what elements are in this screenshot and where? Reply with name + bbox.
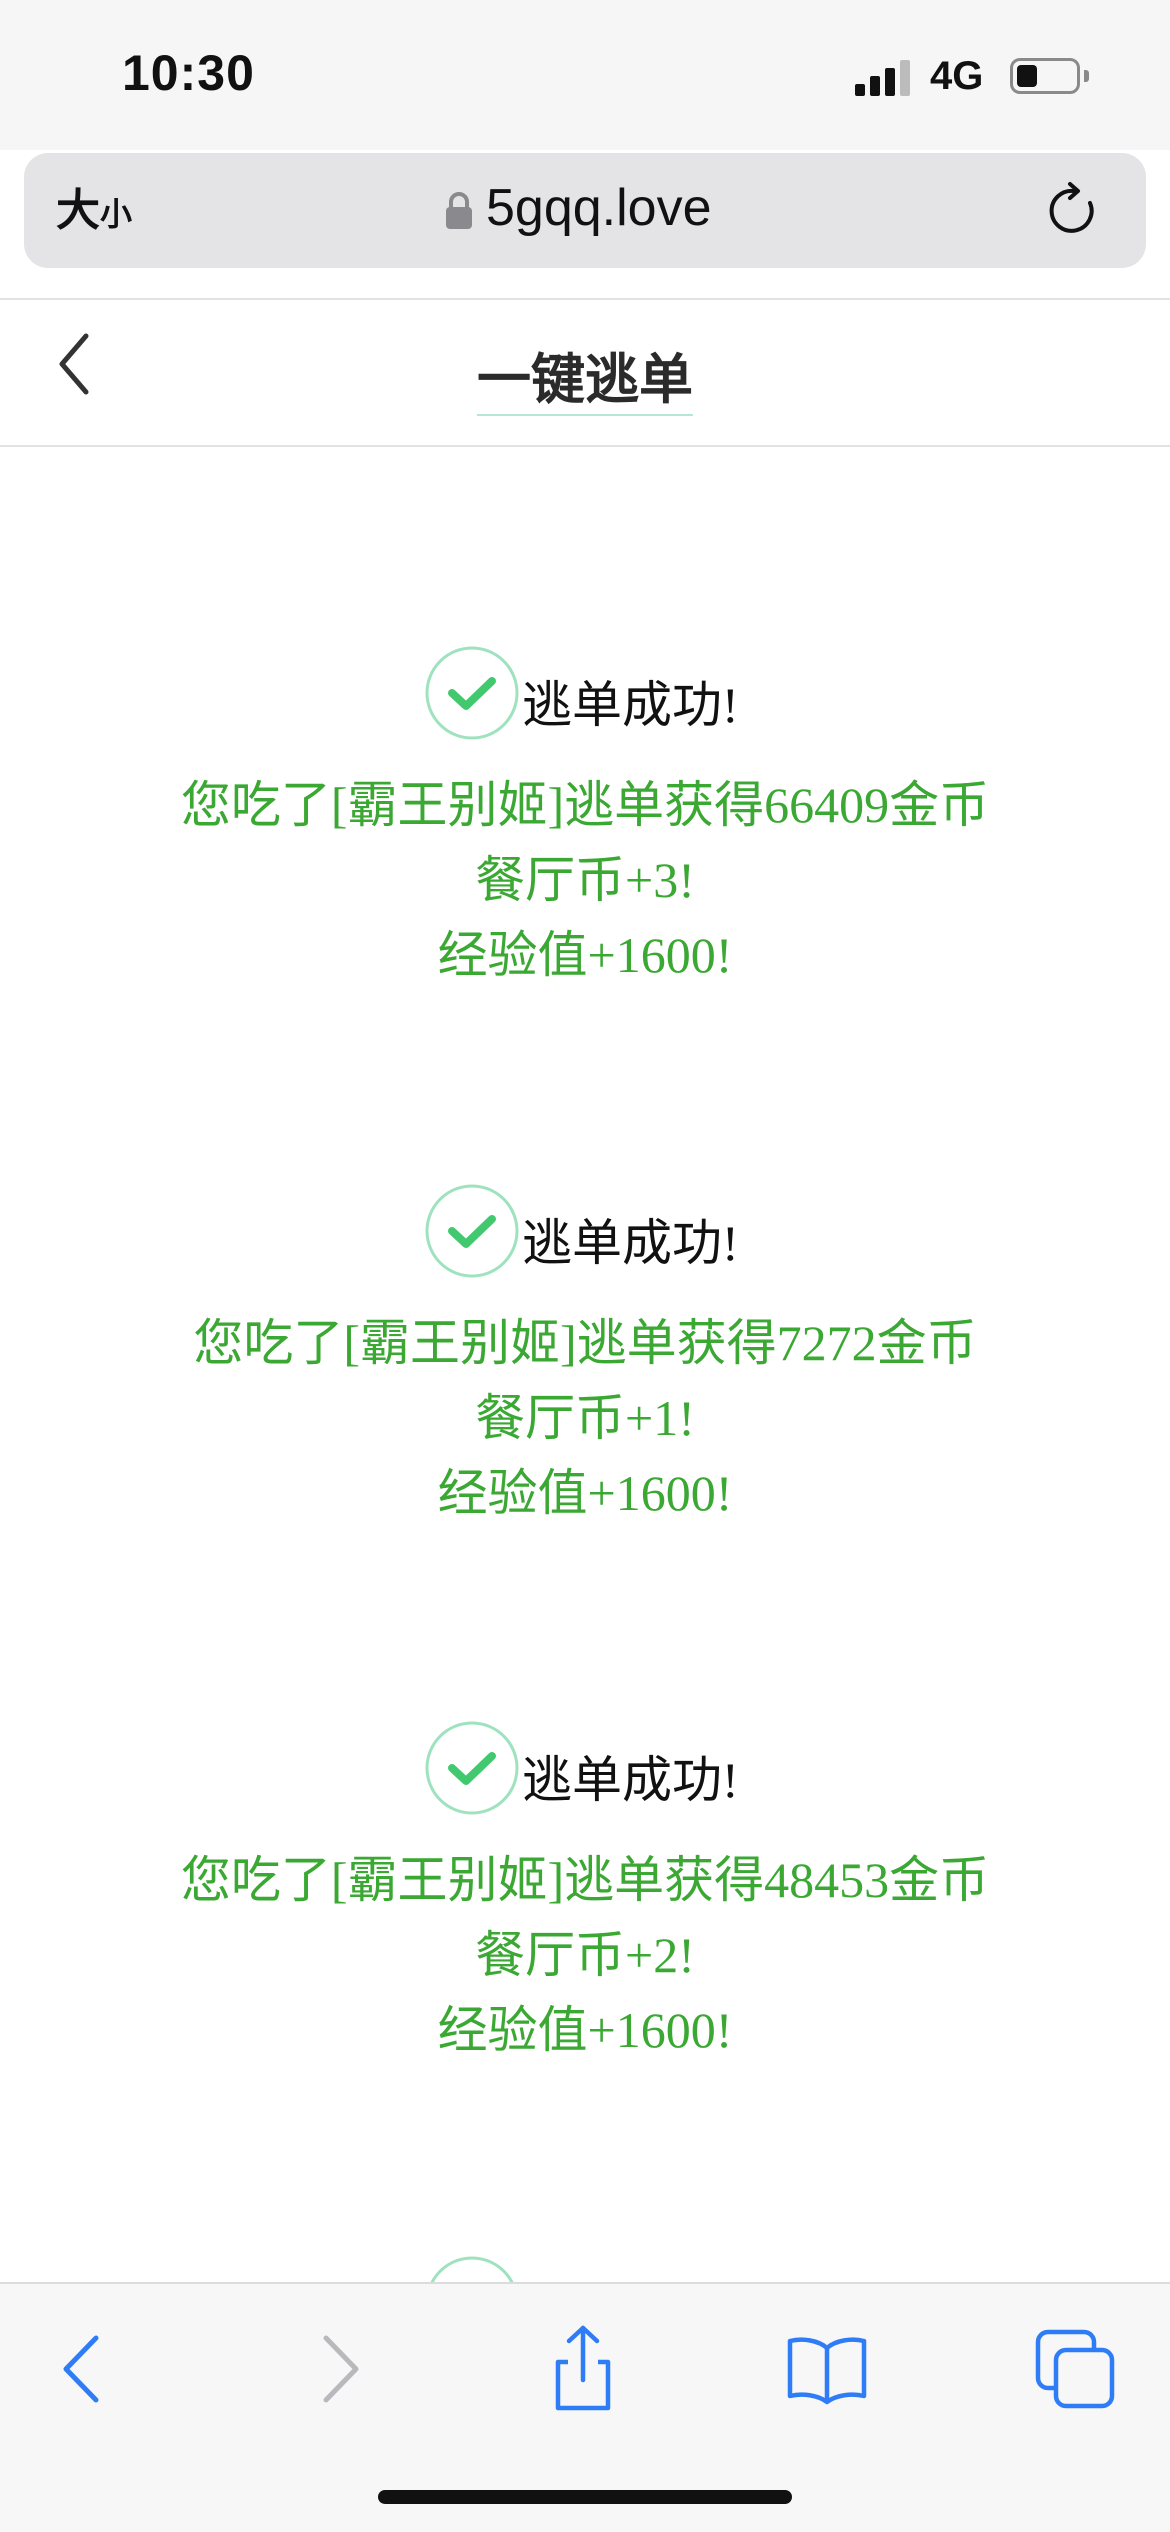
page-title: 一键逃单 xyxy=(0,335,1170,416)
reward-gold-text: 您吃了[霸王别姬]逃单获得7272金币 xyxy=(193,1315,977,1371)
check-circle-icon xyxy=(425,646,519,740)
text-size-small-label: 小 xyxy=(100,196,133,232)
screen: 10:30 4G 大小 5gqq.love 一键逃单 逃单成功! 您吃了[霸王别… xyxy=(0,0,1170,2532)
reward-coin-text: 餐厅币+2! xyxy=(475,1927,695,1983)
network-label: 4G xyxy=(930,54,984,98)
reward-coin-text: 餐厅币+1! xyxy=(475,1390,695,1446)
success-status: 逃单成功! xyxy=(522,1215,739,1271)
signal-icon xyxy=(855,60,913,96)
check-circle-icon xyxy=(425,1721,519,1815)
status-bar: 10:30 4G xyxy=(0,0,1170,150)
url-text[interactable]: 5gqq.love xyxy=(486,178,712,238)
reward-gold-text: 您吃了[霸王别姬]逃单获得48453金币 xyxy=(180,1852,990,1908)
reward-exp-text: 经验值+1600! xyxy=(437,1465,733,1521)
reload-icon[interactable] xyxy=(1044,181,1104,241)
battery-icon xyxy=(1010,58,1080,94)
success-status: 逃单成功! xyxy=(522,677,739,733)
text-size-big-label: 大 xyxy=(56,186,100,235)
home-indicator[interactable] xyxy=(378,2490,792,2504)
share-icon[interactable] xyxy=(538,2324,628,2414)
tabs-icon[interactable] xyxy=(1030,2324,1120,2414)
lock-icon xyxy=(446,192,472,229)
battery-cap xyxy=(1084,70,1089,82)
reward-exp-text: 经验值+1600! xyxy=(437,927,733,983)
success-status: 逃单成功! xyxy=(522,1752,739,1808)
page-title-text: 一键逃单 xyxy=(477,350,693,416)
bookmarks-icon[interactable] xyxy=(782,2324,872,2414)
status-time: 10:30 xyxy=(122,45,255,101)
header-divider-bottom xyxy=(0,445,1170,447)
reward-coin-text: 餐厅币+3! xyxy=(475,852,695,908)
header-divider-top xyxy=(0,298,1170,300)
back-icon[interactable] xyxy=(40,2324,130,2414)
check-circle-icon xyxy=(425,1184,519,1278)
battery-level xyxy=(1017,65,1037,87)
address-bar[interactable]: 大小 5gqq.love xyxy=(24,153,1146,268)
reward-gold-text: 您吃了[霸王别姬]逃单获得66409金币 xyxy=(180,777,990,833)
forward-icon[interactable] xyxy=(292,2324,382,2414)
reward-exp-text: 经验值+1600! xyxy=(437,2002,733,2058)
text-size-button[interactable]: 大小 xyxy=(56,183,132,238)
